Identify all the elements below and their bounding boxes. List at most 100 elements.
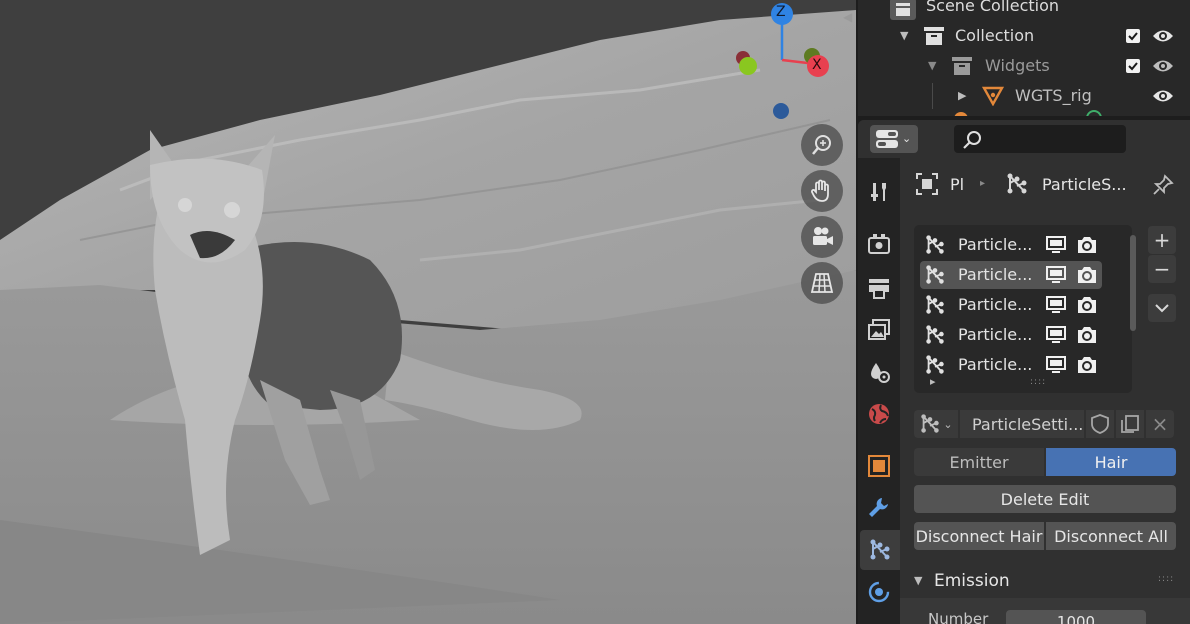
remove-particle-system-button[interactable]: − <box>1148 255 1176 283</box>
collection-include-checkbox[interactable] <box>1126 29 1140 43</box>
zoom-button[interactable] <box>801 124 843 166</box>
list-item-label: Particle... <box>958 325 1033 344</box>
duplicate-settings-button[interactable] <box>1116 410 1144 438</box>
expand-down-icon[interactable]: ▼ <box>928 59 936 72</box>
monitor-icon[interactable] <box>1046 296 1066 314</box>
zoom-icon <box>812 135 831 155</box>
monitor-icon[interactable] <box>1046 236 1066 254</box>
particles-icon <box>926 295 944 314</box>
viewport-render <box>0 0 856 624</box>
specials-menu-button[interactable] <box>1148 294 1176 322</box>
disconnect-hair-button[interactable]: Disconnect Hair <box>914 522 1044 550</box>
tab-object[interactable] <box>860 446 898 486</box>
list-item[interactable]: Particle... <box>920 351 1102 379</box>
disconnect-all-button[interactable]: Disconnect All <box>1046 522 1176 550</box>
hand-icon <box>811 179 829 202</box>
list-scrollbar[interactable] <box>1130 235 1136 331</box>
3d-viewport[interactable]: Z X ◀ <box>0 0 856 624</box>
tab-particles[interactable] <box>860 530 900 570</box>
shield-icon <box>1091 414 1109 434</box>
widgets-include-checkbox[interactable] <box>1126 59 1140 73</box>
add-particle-system-button[interactable]: + <box>1148 226 1176 254</box>
chevron-down-icon <box>1155 304 1169 313</box>
list-expand-icon[interactable]: ▸ <box>930 375 936 388</box>
object-icon <box>868 455 890 477</box>
monitor-icon[interactable] <box>1046 266 1066 284</box>
printer-icon <box>869 279 889 299</box>
number-field[interactable]: 1000 <box>1006 610 1146 624</box>
copy-icon <box>1121 415 1139 433</box>
particles-icon <box>926 355 944 374</box>
unlink-settings-button[interactable]: × <box>1146 410 1174 438</box>
tree-line <box>932 83 933 109</box>
particles-icon <box>921 414 940 433</box>
tab-render[interactable] <box>860 224 898 264</box>
tab-view-layer[interactable] <box>860 310 898 350</box>
properties-editor[interactable]: ⌄ Pl ▸ ParticleS... Particle... Particle… <box>858 120 1190 624</box>
list-item[interactable]: Particle... <box>920 321 1102 349</box>
tab-physics[interactable] <box>860 572 898 612</box>
tab-output[interactable] <box>860 268 898 308</box>
chevron-left-icon[interactable]: ◀ <box>843 10 852 24</box>
panel-drag-grip[interactable]: :::: <box>1158 574 1174 584</box>
outliner-row-scene-collection[interactable]: Scene Collection <box>858 0 1190 22</box>
emission-panel-header[interactable]: ▼ Emission :::: <box>900 566 1190 596</box>
monitor-icon[interactable] <box>1046 326 1066 344</box>
render-camera-icon[interactable] <box>1076 235 1098 255</box>
tab-modifiers[interactable] <box>860 488 898 528</box>
list-item-label: Particle... <box>958 355 1033 374</box>
number-label: Number <box>928 610 989 624</box>
particles-properties: Pl ▸ ParticleS... Particle... Particle..… <box>900 158 1190 624</box>
outliner-row-collection[interactable]: ▼ Collection <box>858 21 1190 51</box>
hair-toggle-button[interactable]: Hair <box>1046 448 1176 476</box>
collection-icon <box>924 27 944 45</box>
wrench-icon <box>869 498 888 517</box>
monitor-icon[interactable] <box>1046 356 1066 374</box>
tab-tool[interactable] <box>860 172 898 212</box>
outliner-label: Collection <box>955 26 1035 45</box>
eye-icon[interactable] <box>1152 28 1174 44</box>
gizmo-x-label: X <box>812 57 822 73</box>
outliner[interactable]: Scene Collection ▼ Collection ▼ Widgets … <box>858 0 1190 116</box>
expand-right-icon[interactable]: ▶ <box>958 89 966 102</box>
collapse-down-icon: ▼ <box>914 574 923 587</box>
image-layers-icon <box>868 319 890 340</box>
delete-edit-button[interactable]: Delete Edit <box>914 485 1176 513</box>
chevron-down-icon: ⌄ <box>943 417 953 431</box>
outliner-row-wgts-rig[interactable]: ▶ WGTS_rig <box>858 81 1190 111</box>
list-resize-grip[interactable]: :::: <box>1030 377 1046 387</box>
list-item[interactable]: Particle... <box>920 231 1102 259</box>
render-camera-icon[interactable] <box>1076 325 1098 345</box>
expand-down-icon[interactable]: ▼ <box>900 29 908 42</box>
tab-scene[interactable] <box>860 352 898 392</box>
render-camera-icon[interactable] <box>1076 295 1098 315</box>
fake-user-button[interactable] <box>1086 410 1114 438</box>
eye-icon[interactable] <box>1152 58 1174 74</box>
eye-icon[interactable] <box>1152 88 1174 104</box>
pin-icon[interactable] <box>1152 174 1174 196</box>
breadcrumb-separator-icon: ▸ <box>980 178 986 189</box>
properties-tabs <box>858 158 900 624</box>
perspective-toggle-button[interactable] <box>801 262 843 304</box>
list-item[interactable]: Particle... <box>920 291 1102 319</box>
particles-icon <box>926 325 944 344</box>
pan-button[interactable] <box>801 170 843 212</box>
outliner-label: Scene Collection <box>926 0 1060 15</box>
particle-settings-name-field[interactable]: ParticleSetti... <box>960 410 1084 438</box>
list-item-label: Particle... <box>958 295 1033 314</box>
editor-type-button[interactable]: ⌄ <box>870 125 918 153</box>
gizmo-z-label: Z <box>776 4 786 20</box>
camera-view-button[interactable] <box>801 216 843 258</box>
camera-icon <box>813 227 833 245</box>
particle-settings-browse-button[interactable]: ⌄ <box>914 410 958 438</box>
list-item[interactable]: Particle... <box>920 261 1102 289</box>
search-input[interactable] <box>954 125 1126 153</box>
particle-systems-list[interactable]: Particle... Particle... Particle... Part… <box>914 225 1136 393</box>
tool-icon <box>871 183 886 201</box>
emitter-toggle-button[interactable]: Emitter <box>914 448 1044 476</box>
render-camera-icon[interactable] <box>1076 355 1098 375</box>
outliner-row-widgets[interactable]: ▼ Widgets <box>858 51 1190 81</box>
render-camera-icon[interactable] <box>1076 265 1098 285</box>
tab-world[interactable] <box>860 394 898 434</box>
outliner-label: Widgets <box>985 56 1050 75</box>
